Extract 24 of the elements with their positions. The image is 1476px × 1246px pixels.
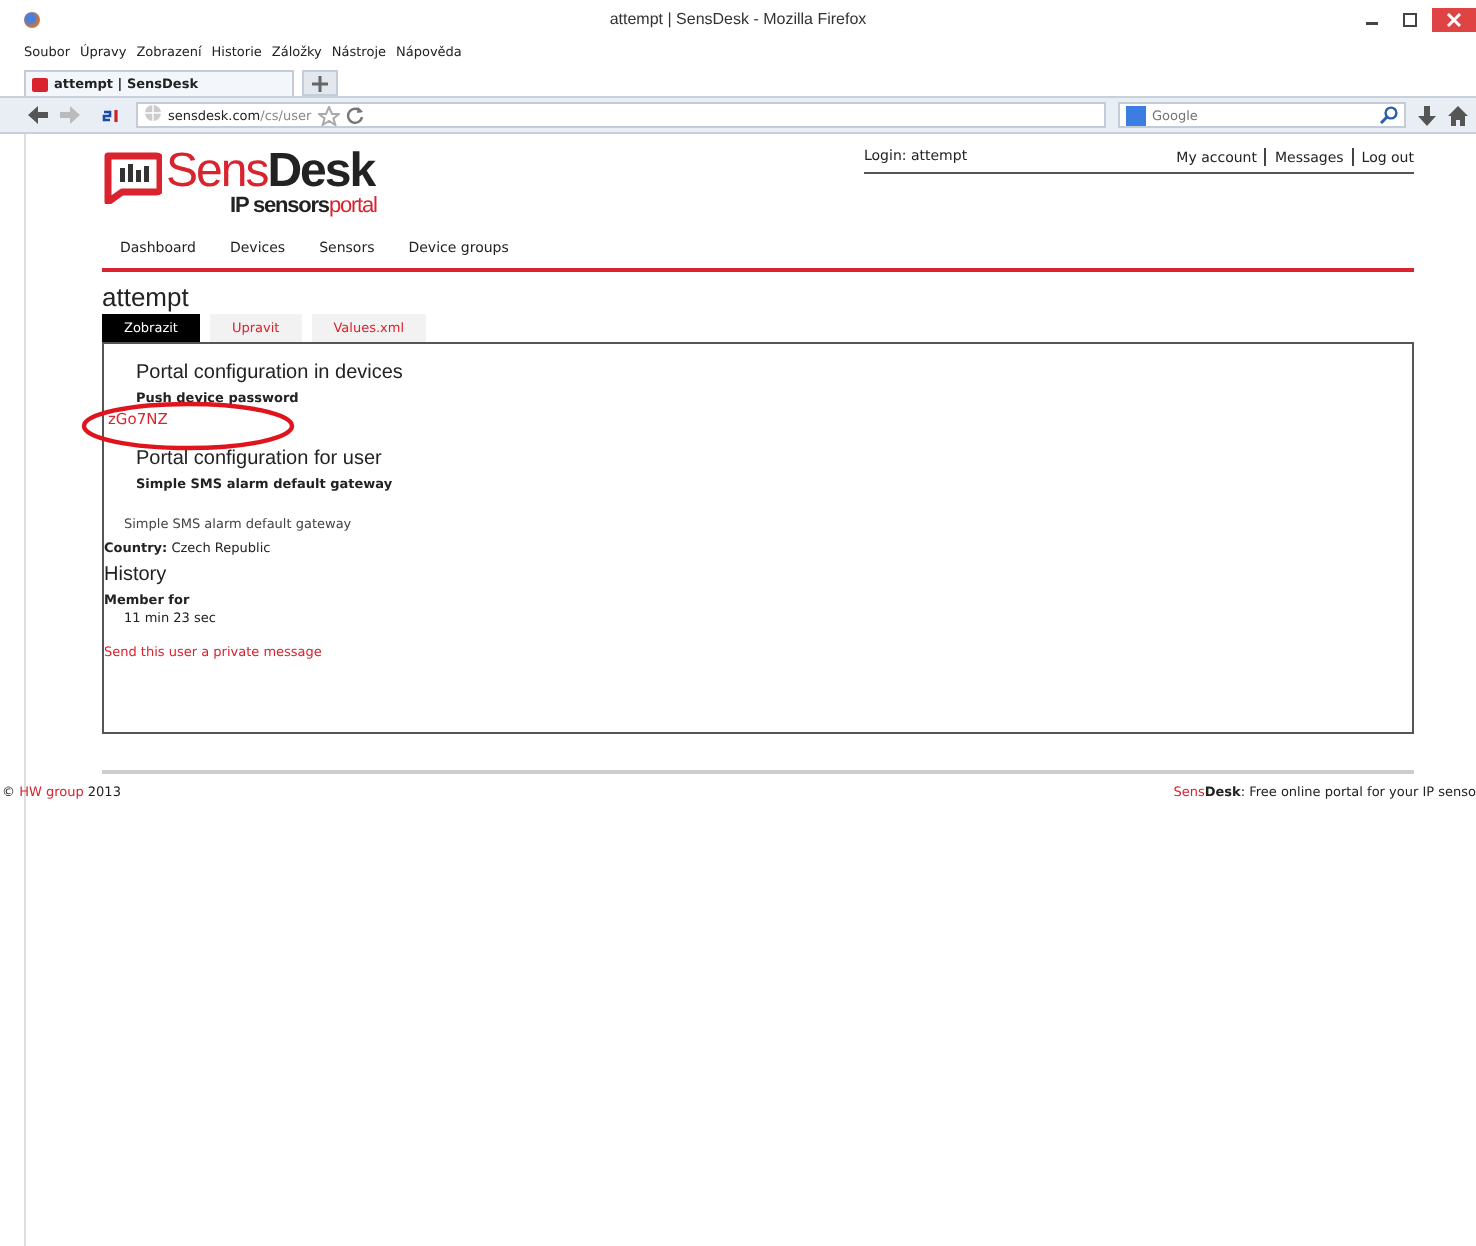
logo-icon <box>102 152 162 204</box>
logo-text: SensDesk <box>166 150 376 194</box>
browser-logo-icon <box>24 11 40 27</box>
home-icon[interactable] <box>1448 105 1468 125</box>
maximize-icon[interactable] <box>1402 11 1418 27</box>
section-heading: History <box>104 564 169 586</box>
section-heading: Portal configuration for user <box>136 448 384 470</box>
page-title: attempt <box>102 282 191 312</box>
close-button[interactable] <box>1432 7 1476 31</box>
download-icon[interactable] <box>1418 105 1436 125</box>
window-title: attempt | SensDesk - Mozilla Firefox <box>609 10 867 28</box>
google-icon <box>1126 105 1146 125</box>
logo-subtitle: IP sensorsportal <box>230 194 377 218</box>
close-icon <box>1446 11 1462 27</box>
favicon-icon <box>32 77 48 91</box>
globe-icon <box>144 104 162 126</box>
addon-icon[interactable] <box>100 105 124 125</box>
back-icon[interactable] <box>28 106 48 124</box>
plus-icon <box>312 75 328 91</box>
reload-icon[interactable] <box>345 106 364 124</box>
section-heading: Portal configuration in devices <box>136 362 405 384</box>
search-icon[interactable] <box>1380 106 1398 124</box>
new-tab-button[interactable] <box>302 70 338 96</box>
bookmark-star-icon[interactable] <box>317 105 340 125</box>
